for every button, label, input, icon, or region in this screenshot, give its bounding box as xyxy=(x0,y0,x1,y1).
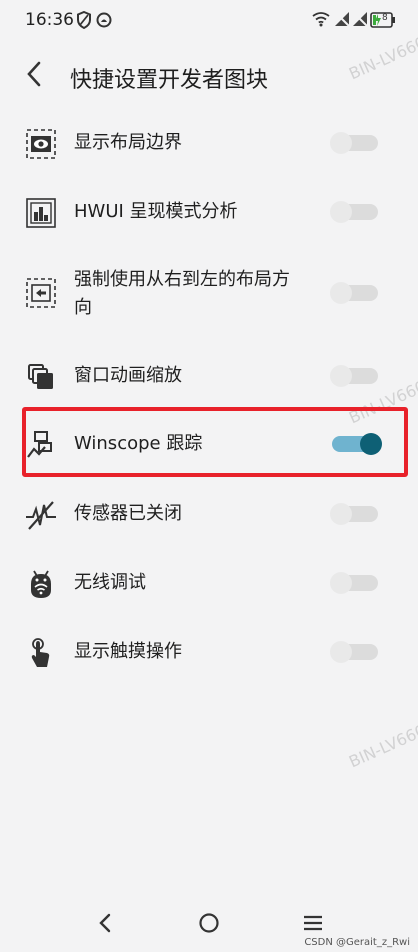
page-title: 快捷设置开发者图块 xyxy=(70,68,269,93)
no-sim-icon xyxy=(334,11,350,31)
tile-label: HWUI 呈现模式分析 xyxy=(74,201,238,222)
tile-row-winscope[interactable]: Winscope 跟踪 xyxy=(0,416,418,474)
tile-row-show-taps[interactable]: 显示触摸操作 xyxy=(0,624,418,682)
tile-label: 显示触摸操作 xyxy=(74,641,182,662)
show-taps-icon xyxy=(24,636,58,670)
back-button[interactable] xyxy=(14,56,54,96)
toggle-switch[interactable] xyxy=(330,641,380,663)
toolbar: 快捷设置开发者图块 xyxy=(0,42,418,112)
sensors-off-icon xyxy=(24,498,58,532)
wireless-debug-icon xyxy=(24,567,58,601)
circle-icon xyxy=(96,11,112,33)
tile-label-line1: 强制使用从右到左的布局方 xyxy=(74,269,290,290)
status-bar: 16:36 8 xyxy=(0,0,418,42)
toggle-switch[interactable] xyxy=(330,572,380,594)
watermark: BIN-LV660 xyxy=(346,720,418,772)
tile-row-layout-bounds[interactable]: 显示布局边界 xyxy=(0,115,418,173)
menu-lines-icon xyxy=(303,914,323,936)
nav-home-button[interactable] xyxy=(194,911,224,939)
toggle-switch[interactable] xyxy=(330,282,380,304)
tile-label: 显示布局边界 xyxy=(74,132,182,153)
tile-row-wireless-debug[interactable]: 无线调试 xyxy=(0,555,418,613)
tile-row-sensors-off[interactable]: 传感器已关闭 xyxy=(0,486,418,544)
gpu-profile-icon xyxy=(24,196,58,230)
home-circle-icon xyxy=(198,912,220,938)
tile-label: 无线调试 xyxy=(74,572,146,593)
tile-row-hwui-profiling[interactable]: HWUI 呈现模式分析 xyxy=(0,184,418,242)
shield-icon xyxy=(76,10,92,33)
tile-label: Winscope 跟踪 xyxy=(74,433,203,454)
toggle-switch[interactable] xyxy=(330,503,380,525)
no-sim-icon xyxy=(352,11,368,31)
toggle-switch[interactable] xyxy=(330,201,380,223)
navigation-bar: CSDN @Gerait_z_Rwi xyxy=(0,897,418,952)
chevron-left-icon xyxy=(25,61,43,91)
toggle-switch[interactable] xyxy=(330,132,380,154)
winscope-trace-icon xyxy=(24,428,58,462)
tile-row-window-animation[interactable]: 窗口动画缩放 xyxy=(0,348,418,406)
nav-menu-button[interactable] xyxy=(298,911,328,939)
tile-label: 传感器已关闭 xyxy=(74,503,182,524)
nav-back-button[interactable] xyxy=(90,911,120,939)
layout-bounds-icon xyxy=(24,127,58,161)
toggle-switch[interactable] xyxy=(330,433,382,455)
tile-label-line2: 向 xyxy=(74,297,92,318)
tile-row-force-rtl[interactable]: 强制使用从右到左的布局方 向 xyxy=(0,262,418,324)
battery-icon: 8 xyxy=(370,12,396,32)
credit-text: CSDN @Gerait_z_Rwi xyxy=(304,937,410,948)
rtl-layout-icon xyxy=(24,276,58,310)
tile-label: 窗口动画缩放 xyxy=(74,365,182,386)
toggle-switch[interactable] xyxy=(330,365,380,387)
wifi-icon xyxy=(312,11,330,31)
status-time: 16:36 xyxy=(25,10,74,30)
back-triangle-icon xyxy=(98,913,112,937)
window-animation-icon xyxy=(24,360,58,394)
battery-level: 8 xyxy=(382,13,388,23)
